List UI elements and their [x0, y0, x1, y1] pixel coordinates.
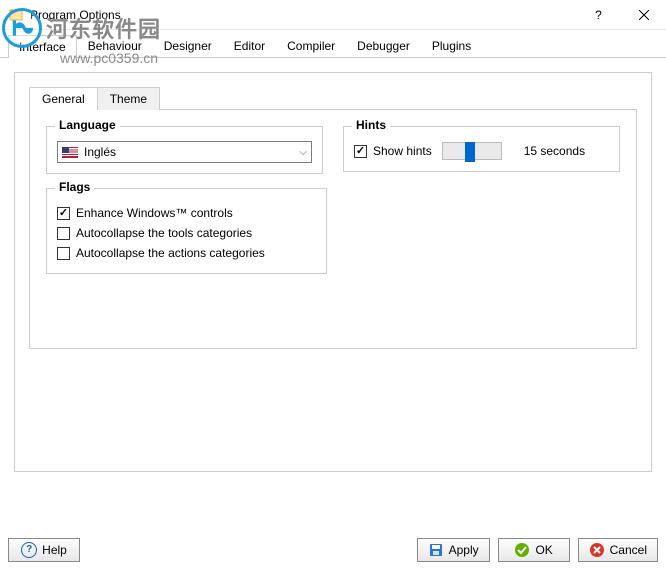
ok-label: OK — [535, 543, 552, 557]
close-icon — [639, 10, 649, 20]
app-icon — [8, 7, 24, 23]
tab-behaviour[interactable]: Behaviour — [77, 34, 153, 57]
apply-label: Apply — [449, 543, 479, 557]
checkbox-icon — [354, 145, 367, 158]
hints-legend: Hints — [352, 118, 390, 132]
sub-panel: Language Inglés ⌵ Hints — [29, 109, 637, 349]
tab-interface[interactable]: Interface — [8, 35, 77, 58]
subtab-general[interactable]: General — [29, 87, 98, 110]
checkbox-icon — [57, 247, 70, 260]
language-value: Inglés — [84, 145, 299, 159]
close-button[interactable] — [621, 0, 666, 30]
ok-button[interactable]: OK — [498, 538, 570, 562]
flag-enhance-controls[interactable]: Enhance Windows™ controls — [57, 203, 316, 223]
tab-designer[interactable]: Designer — [153, 34, 223, 57]
bottom-bar: ? Help Apply OK Cancel — [8, 538, 658, 562]
subtab-theme[interactable]: Theme — [97, 87, 160, 110]
window-controls: ? — [576, 0, 666, 30]
sub-tabs: General Theme — [29, 87, 637, 110]
help-icon: ? — [21, 542, 37, 558]
ok-icon — [514, 542, 530, 558]
help-label: Help — [42, 543, 67, 557]
tab-editor[interactable]: Editor — [223, 34, 276, 57]
flag-autocollapse-actions[interactable]: Autocollapse the actions categories — [57, 243, 316, 263]
tab-compiler[interactable]: Compiler — [276, 34, 346, 57]
hints-group: Hints Show hints 15 seconds — [343, 126, 620, 172]
help-titlebar-button[interactable]: ? — [576, 0, 621, 30]
flags-legend: Flags — [55, 180, 94, 194]
flag-label: Autocollapse the tools categories — [76, 226, 252, 240]
hints-slider[interactable] — [442, 142, 502, 160]
hints-value: 15 seconds — [524, 144, 585, 158]
content-area: General Theme Language Inglés ⌵ — [0, 58, 666, 472]
panel: General Theme Language Inglés ⌵ — [14, 72, 652, 472]
flag-label: Enhance Windows™ controls — [76, 206, 233, 220]
chevron-down-icon: ⌵ — [299, 147, 307, 158]
language-legend: Language — [55, 118, 120, 132]
cancel-button[interactable]: Cancel — [578, 538, 658, 562]
slider-thumb — [465, 142, 475, 162]
window-title: Program Options — [30, 8, 576, 22]
show-hints-checkbox[interactable]: Show hints — [354, 141, 432, 161]
flags-group: Flags Enhance Windows™ controls Autocoll… — [46, 188, 327, 274]
apply-button[interactable]: Apply — [417, 538, 490, 562]
main-tabs: Interface Behaviour Designer Editor Comp… — [0, 30, 666, 58]
tab-plugins[interactable]: Plugins — [421, 34, 482, 57]
save-icon — [428, 542, 444, 558]
cancel-icon — [589, 542, 605, 558]
checkbox-icon — [57, 227, 70, 240]
checkbox-icon — [57, 207, 70, 220]
language-group: Language Inglés ⌵ — [46, 126, 323, 174]
flag-autocollapse-tools[interactable]: Autocollapse the tools categories — [57, 223, 316, 243]
tab-debugger[interactable]: Debugger — [346, 34, 421, 57]
us-flag-icon — [62, 147, 78, 158]
flag-label: Autocollapse the actions categories — [76, 246, 265, 260]
cancel-label: Cancel — [610, 543, 647, 557]
language-dropdown[interactable]: Inglés ⌵ — [57, 141, 312, 163]
help-button[interactable]: ? Help — [8, 538, 80, 562]
titlebar: Program Options ? — [0, 0, 666, 30]
show-hints-label: Show hints — [373, 144, 432, 158]
